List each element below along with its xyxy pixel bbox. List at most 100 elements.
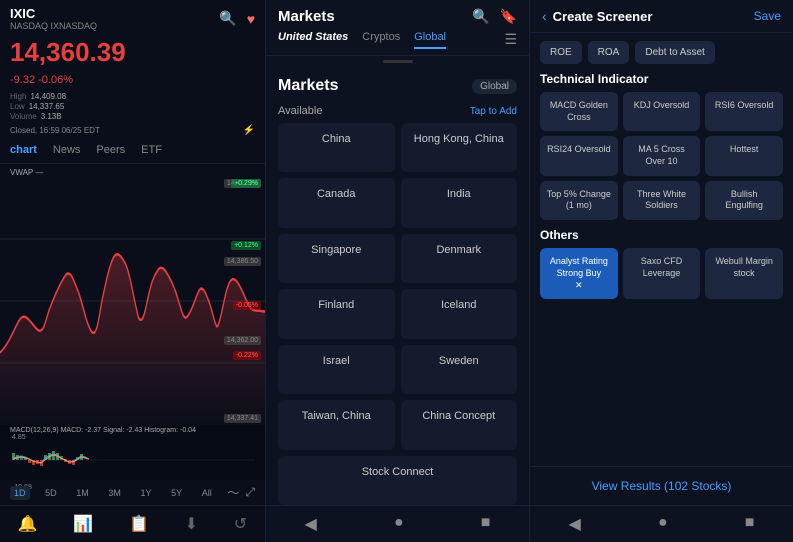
chip-analyst-rating[interactable]: Analyst Rating Strong Buy ✕: [540, 248, 618, 299]
chart-panel: IXIC NASDAQ IXNASDAQ 🔍 ♥ 14,360.39 -9.32…: [0, 0, 265, 542]
screener-panel: ‹ Create Screener Save ROE ROA Debt to A…: [530, 0, 793, 542]
nav-list-icon[interactable]: 📋: [129, 514, 149, 534]
technical-chips-grid: MACD Golden Cross KDJ Oversold RSI6 Over…: [540, 92, 783, 220]
chip-bullish-engulfing[interactable]: Bullish Engulfing: [705, 181, 783, 220]
high-value: 14,409.08: [30, 92, 66, 101]
chart-area[interactable]: 14,411.18 14,386.50 14,362.00 14,337.41 …: [0, 177, 265, 425]
others-title: Others: [540, 228, 783, 242]
screener-header-left: ‹ Create Screener: [542, 8, 652, 24]
expand-icon[interactable]: ⤢: [245, 485, 255, 500]
screener-back-nav-icon[interactable]: ◀: [569, 514, 581, 534]
market-china-concept[interactable]: China Concept: [401, 400, 518, 449]
chart-bottom-nav: 🔔 📊 📋 ⬇ ↺: [0, 505, 265, 542]
time-btn-1y[interactable]: 1Y: [137, 486, 156, 500]
change-badge-1: +0.29%: [231, 179, 261, 188]
markets-title: Markets: [278, 8, 335, 25]
chip-ma5-cross-10[interactable]: MA 5 Cross Over 10: [623, 136, 701, 175]
time-btn-1m[interactable]: 1M: [72, 486, 93, 500]
screener-title: Create Screener: [553, 9, 653, 24]
market-india[interactable]: India: [401, 178, 518, 227]
chip-close-icon[interactable]: ✕: [546, 280, 612, 292]
nav-download-icon[interactable]: ⬇: [185, 514, 198, 534]
macd-top-val: 4.85: [12, 434, 26, 441]
time-btn-5y[interactable]: 5Y: [167, 486, 186, 500]
wave-icon[interactable]: 〜: [227, 484, 239, 501]
chip-debt-to-asset[interactable]: Debt to Asset: [635, 41, 714, 64]
heart-icon[interactable]: ♥: [247, 11, 255, 27]
chip-roe[interactable]: ROE: [540, 41, 582, 64]
chip-webull-margin[interactable]: Webull Margin stock: [705, 248, 783, 299]
time-btn-3m[interactable]: 3M: [104, 486, 125, 500]
markets-search-icon[interactable]: 🔍: [472, 8, 489, 25]
low-row: Low 14,337.65: [10, 102, 255, 111]
nav-refresh-icon[interactable]: ↺: [234, 514, 247, 534]
tab-etf[interactable]: ETF: [141, 144, 162, 159]
markets-tabs: United States Cryptos Global ☰: [266, 31, 529, 56]
chart-tabs: chart News Peers ETF: [0, 140, 265, 164]
markets-grid: China Hong Kong, China Canada India Sing…: [266, 123, 529, 505]
screener-save-button[interactable]: Save: [754, 9, 781, 23]
price-label-3: 14,362.00: [224, 336, 261, 345]
volume-label: Volume: [10, 112, 37, 121]
tab-global[interactable]: Global: [414, 31, 446, 49]
search-icon[interactable]: 🔍: [219, 10, 236, 27]
market-finland[interactable]: Finland: [278, 289, 395, 338]
chart-header-icons: 🔍 ♥: [219, 10, 255, 27]
markets-back-icon[interactable]: ◀: [305, 514, 317, 534]
ticker-exchange: NASDAQ IXNASDAQ: [10, 21, 97, 31]
screener-back-button[interactable]: ‹: [542, 8, 547, 24]
time-btn-all[interactable]: All: [198, 486, 216, 500]
market-stock-connect[interactable]: Stock Connect: [278, 456, 517, 505]
markets-sub-title: Markets: [278, 77, 338, 95]
chip-rsi6-oversold[interactable]: RSI6 Oversold: [705, 92, 783, 131]
chip-hottest[interactable]: Hottest: [705, 136, 783, 175]
price-change: -9.32 -0.06%: [10, 74, 73, 86]
screener-square-icon[interactable]: ■: [745, 514, 755, 534]
chip-roa[interactable]: ROA: [588, 41, 630, 64]
markets-menu-icon[interactable]: ☰: [504, 31, 517, 49]
markets-sub-header: Markets Global: [266, 67, 529, 99]
chip-three-white-soldiers[interactable]: Three White Soldiers: [623, 181, 701, 220]
available-label: Available: [278, 105, 322, 117]
market-china[interactable]: China: [278, 123, 395, 172]
nav-chart-icon[interactable]: 📊: [73, 514, 93, 534]
tab-united-states[interactable]: United States: [278, 31, 348, 49]
market-singapore[interactable]: Singapore: [278, 234, 395, 283]
screener-footer: View Results (102 Stocks): [530, 466, 793, 505]
time-btn-5d[interactable]: 5D: [41, 486, 61, 500]
macd-label: MACD(12,26,9) MACD: -2.37 Signal: -2.43 …: [10, 427, 255, 434]
high-label: High: [10, 92, 26, 101]
market-iceland[interactable]: Iceland: [401, 289, 518, 338]
ohlv-block: High 14,409.08 Low 14,337.65 Volume 3.13…: [0, 90, 265, 123]
chip-saxo-cfd[interactable]: Saxo CFD Leverage: [623, 248, 701, 299]
screener-home-icon[interactable]: ●: [658, 514, 668, 534]
technical-indicator-title: Technical Indicator: [540, 72, 783, 86]
tap-add-button[interactable]: Tap to Add: [470, 106, 517, 117]
market-canada[interactable]: Canada: [278, 178, 395, 227]
time-btn-1d[interactable]: 1D: [10, 486, 30, 500]
view-results-button[interactable]: View Results (102 Stocks): [592, 479, 732, 493]
scroll-indicator: [266, 56, 529, 67]
screener-bottom-nav: ◀ ● ■: [530, 505, 793, 542]
tab-cryptos[interactable]: Cryptos: [362, 31, 400, 49]
markets-bookmark-icon[interactable]: 🔖: [500, 8, 517, 25]
time-buttons: 1D 5D 1M 3M 1Y 5Y All 〜 ⤢: [0, 480, 265, 505]
chip-macd-golden-cross[interactable]: MACD Golden Cross: [540, 92, 618, 131]
market-taiwan[interactable]: Taiwan, China: [278, 400, 395, 449]
chip-kdj-oversold[interactable]: KDJ Oversold: [623, 92, 701, 131]
market-sweden[interactable]: Sweden: [401, 345, 518, 394]
volume-row: Volume 3.13B: [10, 112, 255, 121]
market-hongkong[interactable]: Hong Kong, China: [401, 123, 518, 172]
chip-rsi24-oversold[interactable]: RSI24 Oversold: [540, 136, 618, 175]
market-denmark[interactable]: Denmark: [401, 234, 518, 283]
tab-peers[interactable]: Peers: [96, 144, 125, 159]
markets-home-icon[interactable]: ●: [394, 514, 404, 534]
markets-square-icon[interactable]: ■: [481, 514, 491, 534]
market-israel[interactable]: Israel: [278, 345, 395, 394]
change-badge-2: +0.12%: [231, 241, 261, 250]
markets-header: Markets 🔍 🔖: [266, 0, 529, 31]
chip-top5-change[interactable]: Top 5% Change (1 mo): [540, 181, 618, 220]
closed-label: Closed, 16:59 06/25 EDT: [10, 126, 100, 135]
tab-news[interactable]: News: [53, 144, 81, 159]
nav-bell-icon[interactable]: 🔔: [18, 514, 38, 534]
